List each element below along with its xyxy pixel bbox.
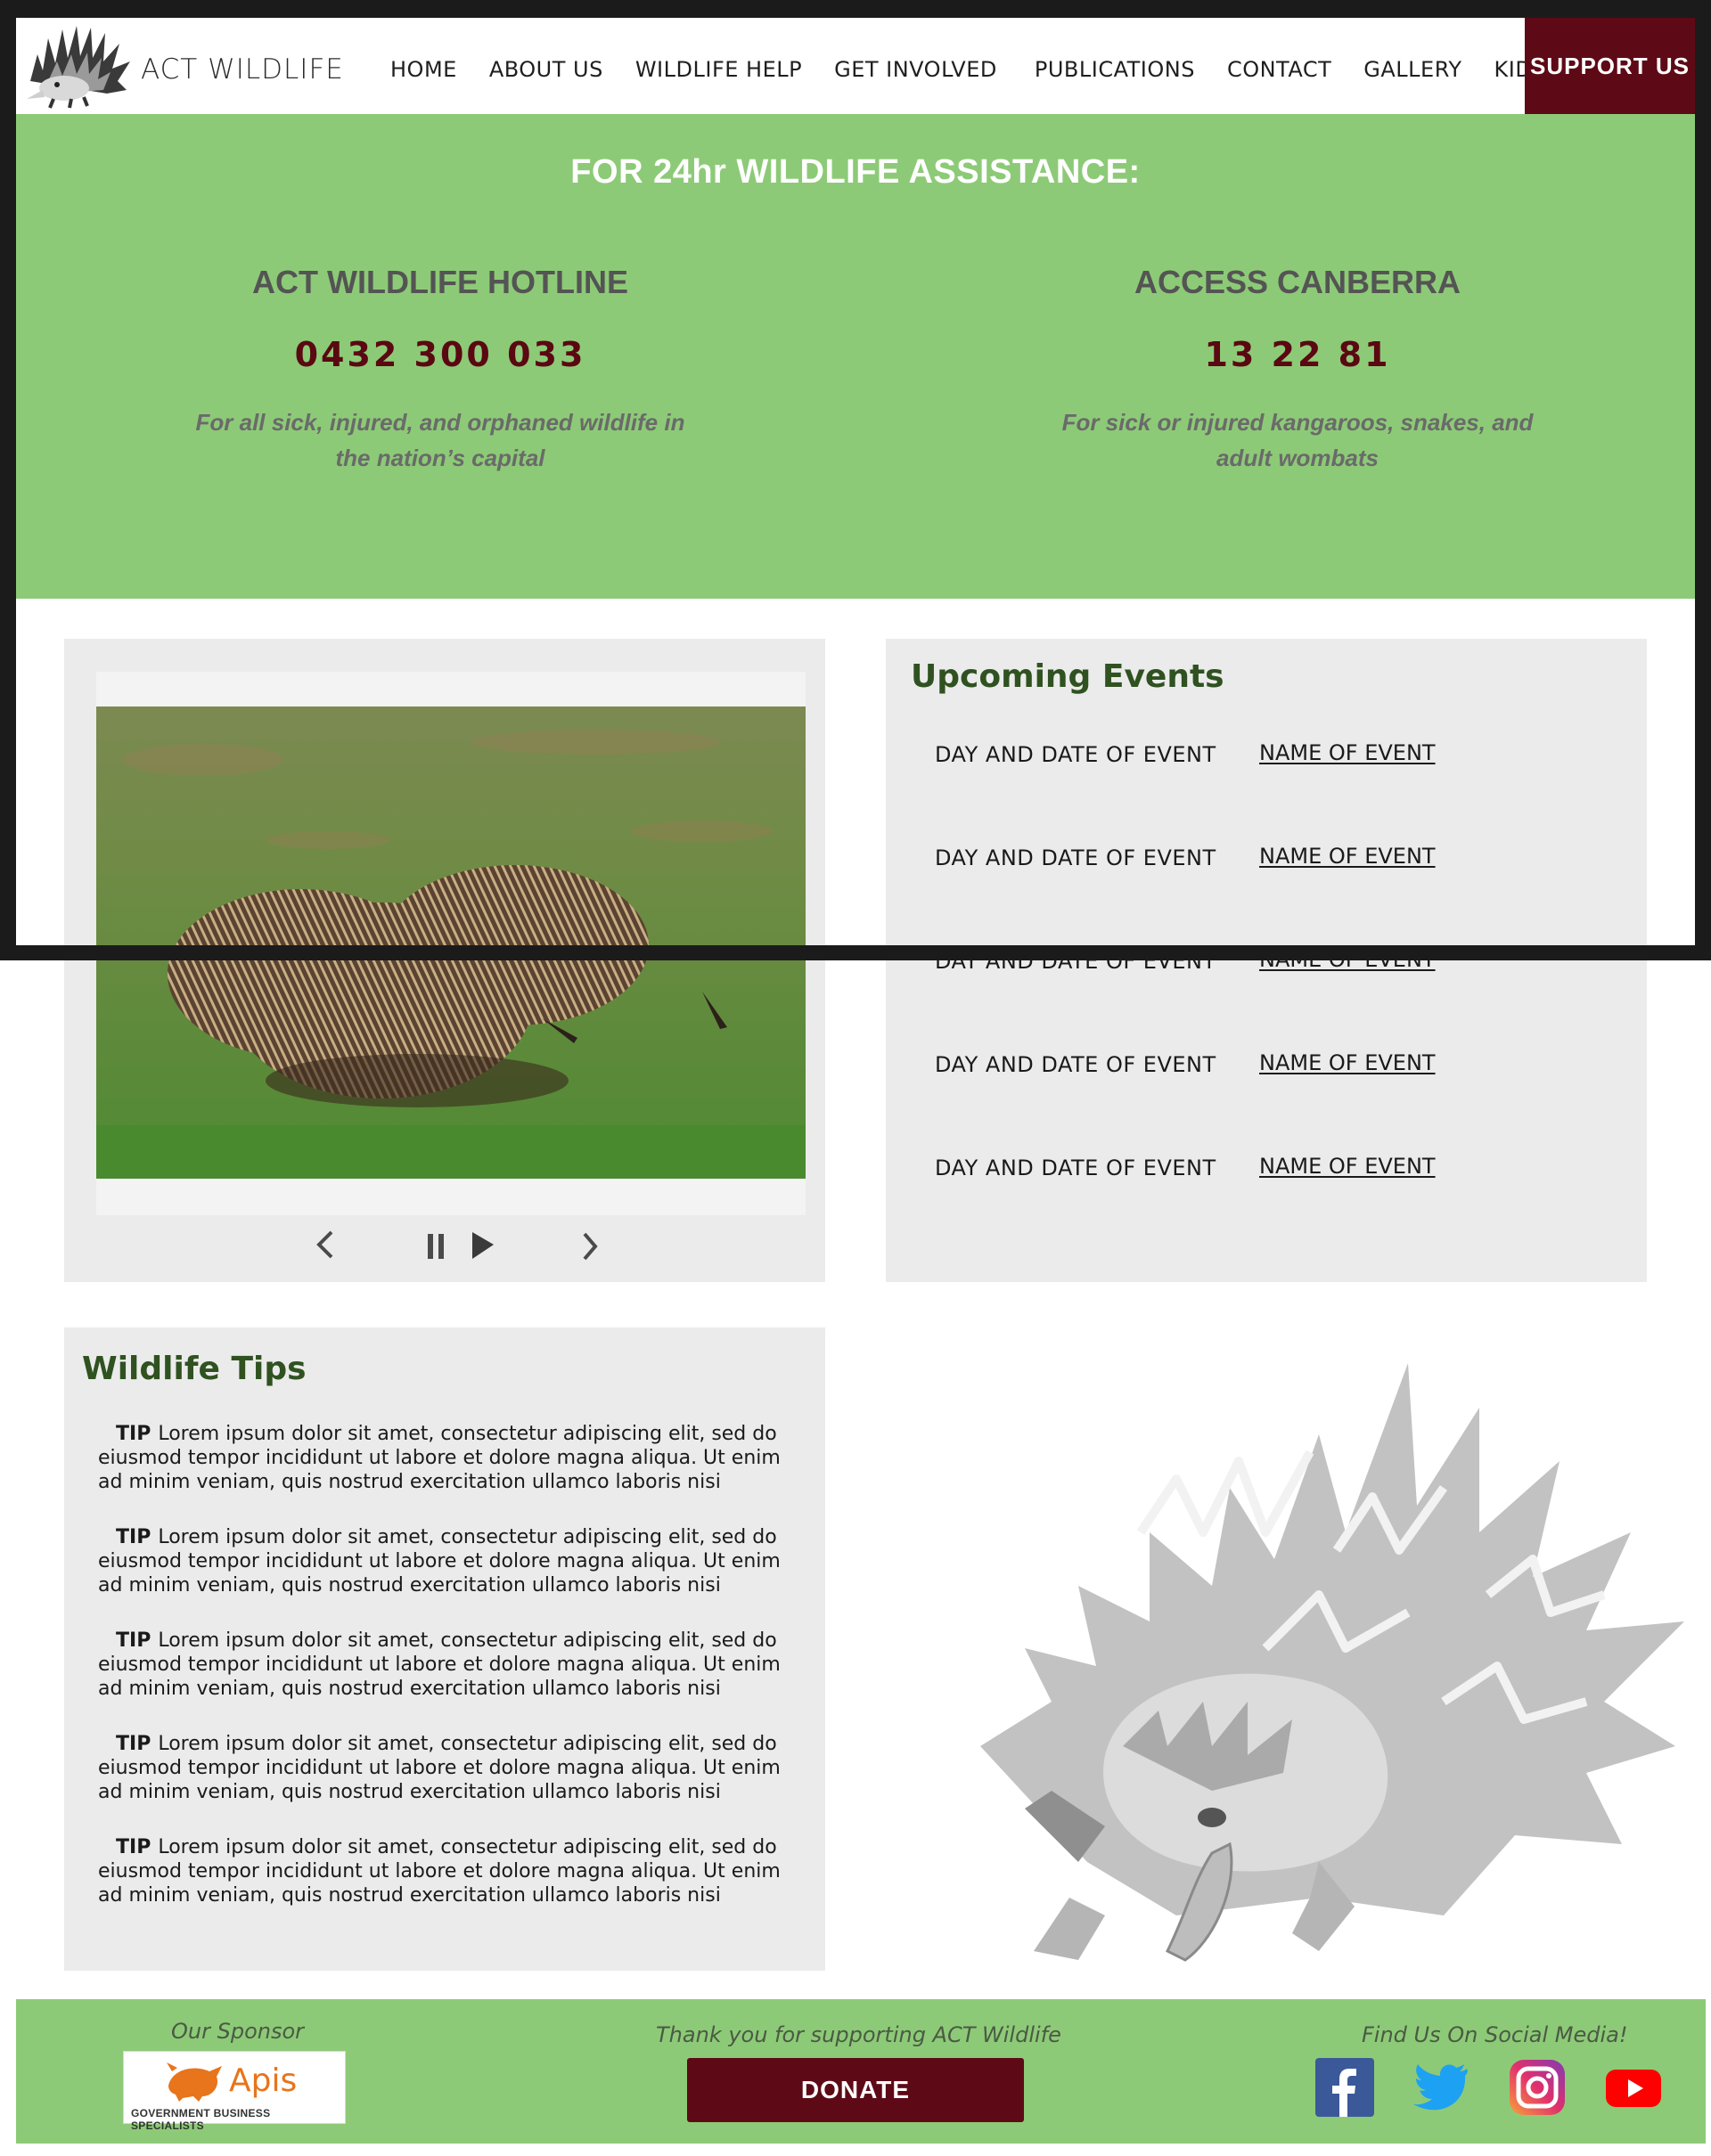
events-title: Upcoming Events	[911, 658, 1224, 695]
nav-publications[interactable]: PUBLICATIONS	[1035, 57, 1195, 93]
hotline-phone[interactable]: 0432 300 033	[102, 335, 779, 374]
social-caption: Find Us On Social Media!	[1362, 2022, 1628, 2047]
tip-text: Lorem ipsum dolor sit amet, consectetur …	[98, 1629, 781, 1700]
nav-wildlife-help[interactable]: WILDLIFE HELP	[635, 57, 802, 93]
main-nav: HOME ABOUT US WILDLIFE HELP GET INVOLVED…	[390, 57, 1546, 93]
event-row: DAY AND DATE OF EVENT NAME OF EVENT	[935, 740, 1612, 778]
hotline-description: For all sick, injured, and orphaned wild…	[195, 409, 685, 471]
access-canberra-description: For sick or injured kangaroos, snakes, a…	[1061, 409, 1534, 471]
chevron-left-icon[interactable]	[312, 1227, 339, 1262]
access-canberra-phone[interactable]: 13 22 81	[959, 335, 1636, 374]
nav-gallery[interactable]: GALLERY	[1363, 57, 1461, 93]
tip-label: TIP	[116, 1629, 151, 1652]
facebook-icon[interactable]	[1315, 2058, 1374, 2117]
device-frame-bottom	[0, 945, 1711, 960]
tip-text: Lorem ipsum dolor sit amet, consectetur …	[98, 1733, 781, 1803]
chevron-right-icon[interactable]	[577, 1227, 604, 1262]
tip-label: TIP	[116, 1526, 151, 1548]
echidna-illustration	[980, 1363, 1684, 1962]
slideshow-panel	[64, 639, 825, 1282]
nav-contact[interactable]: CONTACT	[1227, 57, 1331, 93]
nav-home[interactable]: HOME	[390, 57, 457, 93]
tips-title: Wildlife Tips	[82, 1351, 307, 1387]
youtube-icon[interactable]	[1604, 2058, 1663, 2117]
wildlife-assistance-banner: FOR 24hr WILDLIFE ASSISTANCE: ACT WILDLI…	[16, 114, 1695, 599]
sponsor-logo[interactable]: Apis GOVERNMENT BUSINESS SPECIALISTS	[123, 2051, 346, 2132]
tip-label: TIP	[116, 1423, 151, 1445]
site-header: ACT WILDLIFE HOME ABOUT US WILDLIFE HELP…	[16, 18, 1695, 114]
nav-get-involved[interactable]: GET INVOLVED	[834, 57, 997, 93]
event-date: DAY AND DATE OF EVENT	[935, 1156, 1216, 1180]
echidna-logo-icon[interactable]	[21, 19, 135, 111]
pause-icon[interactable]	[424, 1227, 451, 1262]
support-us-button[interactable]: SUPPORT US	[1525, 18, 1695, 114]
upcoming-events-panel: Upcoming Events DAY AND DATE OF EVENT NA…	[886, 639, 1647, 1282]
echidna-photo	[96, 706, 806, 1179]
hotline-name: ACT WILDLIFE HOTLINE	[252, 264, 628, 300]
brand-name[interactable]: ACT WILDLIFE	[141, 53, 344, 86]
donate-button[interactable]: DONATE	[687, 2058, 1024, 2122]
event-row: DAY AND DATE OF EVENT NAME OF EVENT	[935, 1050, 1612, 1088]
nav-about-us[interactable]: ABOUT US	[489, 57, 603, 93]
tip-item: TIP Lorem ipsum dolor sit amet, consectet…	[98, 1629, 811, 1701]
event-date: DAY AND DATE OF EVENT	[935, 742, 1216, 767]
access-canberra-name: ACCESS CANBERRA	[1134, 264, 1461, 300]
event-date: DAY AND DATE OF EVENT	[935, 845, 1216, 870]
tip-item: TIP Lorem ipsum dolor sit amet, consectet…	[98, 1732, 811, 1804]
twitter-icon[interactable]	[1412, 2058, 1470, 2117]
device-frame-right	[1695, 0, 1711, 960]
device-frame-top	[0, 0, 1711, 18]
event-name-link[interactable]: NAME OF EVENT	[1256, 844, 1439, 869]
tip-text: Lorem ipsum dolor sit amet, consectetur …	[98, 1423, 781, 1493]
site-footer: Our Sponsor Apis GOVERNMENT BUSINESS SPE…	[16, 1999, 1706, 2144]
sponsor-name: Apis	[229, 2062, 298, 2099]
instagram-icon[interactable]	[1508, 2058, 1567, 2117]
event-name-link[interactable]: NAME OF EVENT	[1256, 740, 1439, 765]
assistance-title: FOR 24hr WILDLIFE ASSISTANCE:	[570, 153, 1141, 191]
slideshow-controls	[64, 1227, 825, 1271]
tip-text: Lorem ipsum dolor sit amet, consectetur …	[98, 1836, 781, 1907]
play-icon[interactable]	[467, 1227, 499, 1262]
sponsor-caption: Our Sponsor	[171, 2019, 305, 2044]
slideshow-frame	[96, 672, 806, 1215]
tip-item: TIP Lorem ipsum dolor sit amet, consectet…	[98, 1525, 811, 1597]
tip-label: TIP	[116, 1836, 151, 1858]
thanks-caption: Thank you for supporting ACT Wildlife	[656, 2022, 1061, 2047]
event-row: DAY AND DATE OF EVENT NAME OF EVENT	[935, 844, 1612, 881]
device-frame-left	[0, 0, 16, 960]
hotline-block: ACT WILDLIFE HOTLINE 0432 300 033 For al…	[102, 264, 779, 476]
tip-item: TIP Lorem ipsum dolor sit amet, consectet…	[98, 1835, 811, 1907]
bull-icon	[167, 2062, 222, 2102]
event-row: DAY AND DATE OF EVENT NAME OF EVENT	[935, 1154, 1612, 1191]
event-name-link[interactable]: NAME OF EVENT	[1256, 1050, 1439, 1075]
tip-text: Lorem ipsum dolor sit amet, consectetur …	[98, 1526, 781, 1597]
event-date: DAY AND DATE OF EVENT	[935, 1052, 1216, 1077]
access-canberra-block: ACCESS CANBERRA 13 22 81 For sick or inj…	[959, 264, 1636, 476]
event-name-link[interactable]: NAME OF EVENT	[1256, 1154, 1439, 1179]
tip-item: TIP Lorem ipsum dolor sit amet, consectet…	[98, 1422, 811, 1494]
tip-label: TIP	[116, 1733, 151, 1755]
sponsor-tagline: GOVERNMENT BUSINESS SPECIALISTS	[131, 2107, 271, 2132]
wildlife-tips-panel: Wildlife Tips TIP Lorem ipsum dolor sit a…	[64, 1327, 825, 1971]
